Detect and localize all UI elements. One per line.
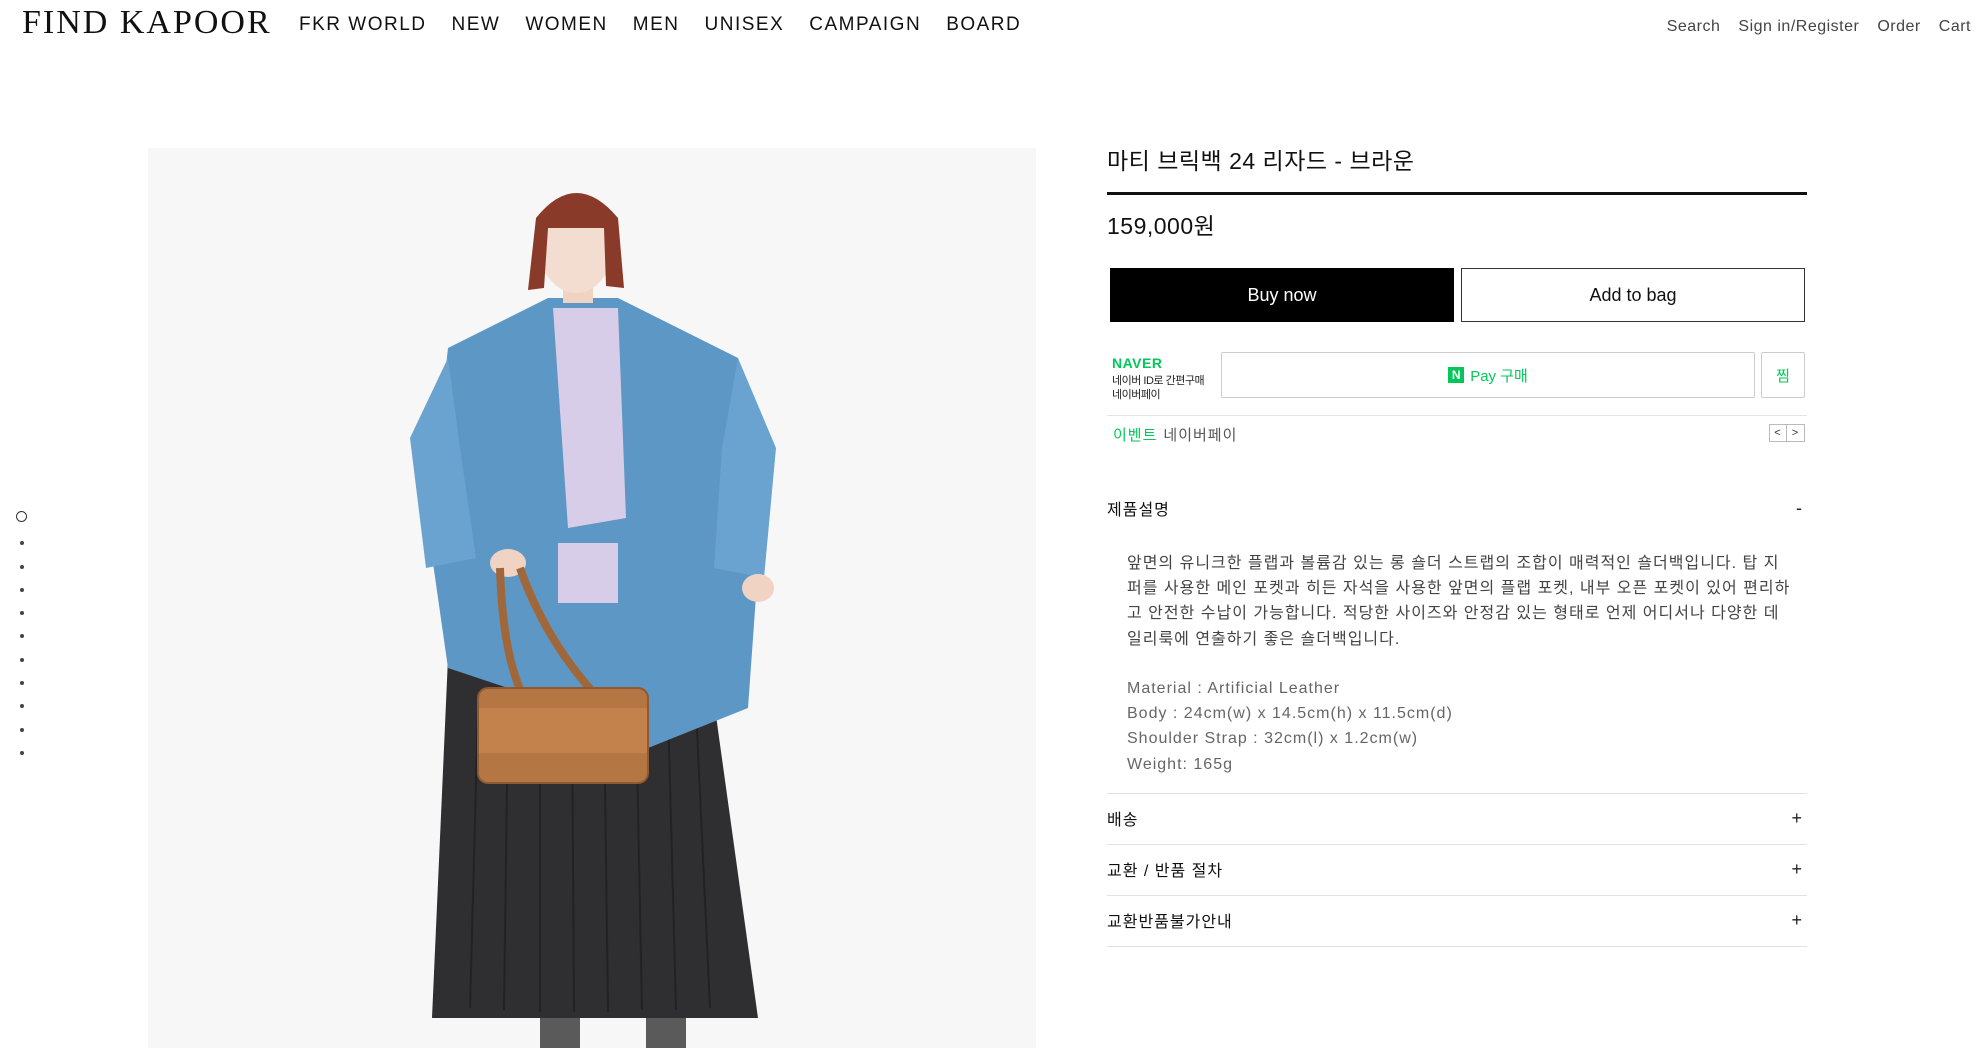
gallery-dot[interactable] (19, 611, 24, 616)
gallery-dot[interactable] (19, 750, 24, 755)
expand-icon: + (1791, 909, 1803, 930)
gallery-dot[interactable] (16, 511, 27, 522)
nav-item-board[interactable]: BOARD (946, 14, 1021, 36)
add-to-bag-button[interactable]: Add to bag (1461, 268, 1805, 322)
event-label[interactable]: 이벤트 (1113, 427, 1157, 444)
product-specs: Material : Artificial Leather Body : 24c… (1127, 676, 1792, 777)
collapse-icon: - (1796, 497, 1803, 518)
gallery-dot[interactable] (19, 564, 24, 569)
accordion-no-exchange-label: 교환반품불가안내 (1107, 914, 1233, 931)
accordion-exchange-label: 교환 / 반품 절차 (1107, 863, 1224, 880)
utility-nav: Search Sign in/Register Order Cart (1667, 18, 1971, 36)
divider (1107, 415, 1807, 416)
expand-icon: + (1791, 858, 1803, 879)
nav-item-campaign[interactable]: CAMPAIGN (809, 14, 921, 36)
naver-pay-box: NAVER 네이버 ID로 간편구매 네이버페이 N Pay 구매 찜 (1107, 352, 1807, 402)
chevron-left-icon[interactable]: < (1769, 424, 1787, 442)
naver-pay-caption: 네이버 ID로 간편구매 네이버페이 (1112, 374, 1216, 402)
accordion-no-exchange[interactable]: 교환반품불가안내 + (1107, 895, 1807, 945)
gallery-dot[interactable] (19, 657, 24, 662)
brand-logo[interactable]: FIND KAPOOR (22, 4, 272, 42)
nav-item-fkr-world[interactable]: FKR WORLD (299, 14, 427, 36)
cart-link[interactable]: Cart (1939, 18, 1971, 36)
nav-item-women[interactable]: WOMEN (525, 14, 607, 36)
gallery-dot[interactable] (19, 681, 24, 686)
accordion-exchange[interactable]: 교환 / 반품 절차 + (1107, 844, 1807, 894)
nav-item-unisex[interactable]: UNISEX (705, 14, 785, 36)
main-nav: FKR WORLD NEW WOMEN MEN UNISEX CAMPAIGN … (299, 14, 1021, 36)
buy-now-button[interactable]: Buy now (1110, 268, 1454, 322)
nav-item-new[interactable]: NEW (452, 14, 501, 36)
purchase-buttons: Buy now Add to bag (1110, 268, 1805, 322)
nav-item-men[interactable]: MEN (633, 14, 680, 36)
product-price: 159,000원 (1107, 213, 1216, 239)
product-description: 앞면의 유니크한 플랩과 볼륨감 있는 롱 숄더 스트랩의 조합이 매력적인 숄… (1127, 555, 1791, 648)
naver-pay-caption-line-1: 네이버 ID로 간편구매 (1112, 375, 1205, 387)
naver-pay-caption-line-2: 네이버페이 (1112, 389, 1161, 401)
accordion-description[interactable]: 제품설명 - (1107, 483, 1807, 533)
chevron-right-icon[interactable]: > (1787, 424, 1805, 442)
accordion-description-label: 제품설명 (1107, 502, 1170, 519)
naver-pay-label: Pay 구매 (1470, 367, 1528, 385)
accordion-shipping-label: 배송 (1107, 812, 1139, 829)
expand-icon: + (1791, 807, 1803, 828)
gallery-pagination (16, 511, 27, 755)
accordion-shipping[interactable]: 배송 + (1107, 793, 1807, 843)
naver-n-icon: N (1448, 367, 1465, 383)
gallery-dot[interactable] (19, 704, 24, 709)
wishlist-button[interactable]: 찜 (1761, 352, 1805, 398)
gallery-dot[interactable] (19, 541, 24, 546)
event-text[interactable]: 네이버페이 (1163, 427, 1237, 444)
product-title: 마티 브릭백 24 리자드 - 브라운 (1107, 142, 1807, 195)
spec-material: Material : Artificial Leather (1127, 680, 1341, 697)
event-arrows: < > (1769, 424, 1805, 442)
model-with-bag-illustration (410, 193, 776, 1048)
gallery-dot[interactable] (19, 587, 24, 592)
spec-body: Body : 24cm(w) x 14.5cm(h) x 11.5cm(d) (1127, 705, 1453, 723)
gallery-dot[interactable] (19, 634, 24, 639)
order-link[interactable]: Order (1877, 18, 1920, 36)
naver-logo: NAVER (1112, 355, 1163, 371)
product-info-panel: 마티 브릭백 24 리자드 - 브라운 159,000원 Buy now Add… (1107, 142, 1807, 947)
gallery-dot[interactable] (19, 727, 24, 732)
search-link[interactable]: Search (1667, 18, 1721, 36)
spec-weight: Weight: 165g (1127, 755, 1233, 773)
spec-strap: Shoulder Strap : 32cm(l) x 1.2cm(w) (1127, 730, 1419, 748)
naver-event-row: 이벤트 네이버페이 < > (1113, 424, 1805, 445)
naver-pay-button[interactable]: N Pay 구매 (1221, 352, 1755, 398)
product-image[interactable] (148, 148, 1036, 1048)
divider (1107, 946, 1807, 947)
sign-in-link[interactable]: Sign in/Register (1738, 18, 1859, 36)
